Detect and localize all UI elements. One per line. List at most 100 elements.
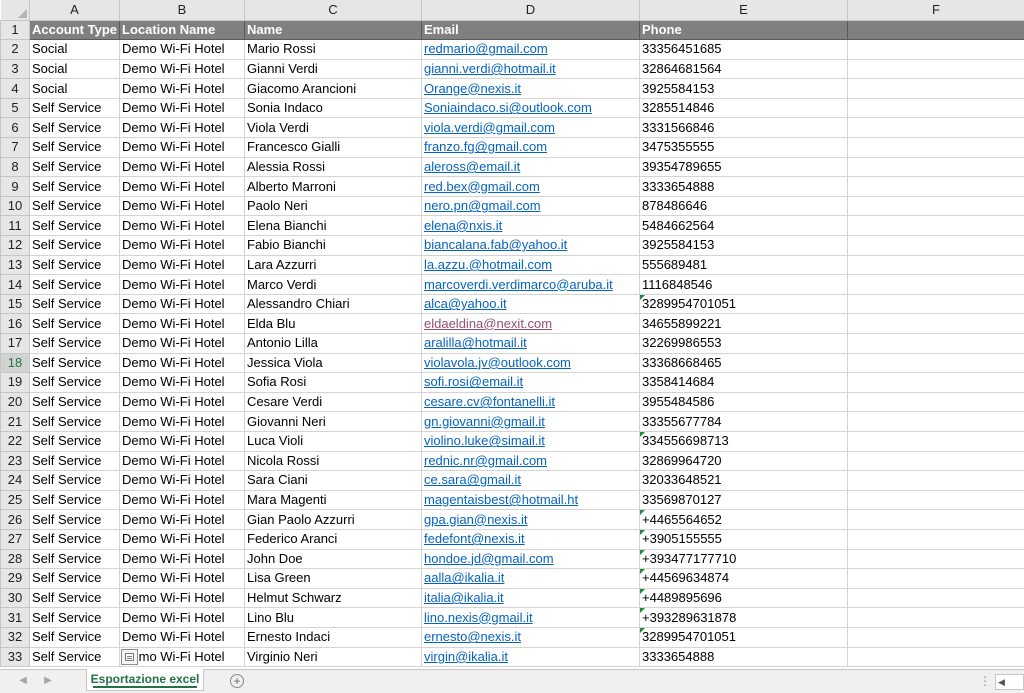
cell-phone[interactable]: 34655899221: [639, 313, 848, 334]
row-header[interactable]: 33: [0, 646, 30, 668]
row-header[interactable]: 13: [0, 254, 30, 276]
row-header[interactable]: 30: [0, 587, 30, 609]
cell-phone[interactable]: +4489895696: [639, 587, 848, 609]
row-header[interactable]: 11: [0, 215, 30, 237]
cell-email-link[interactable]: aralilla@hotmail.it: [421, 333, 640, 354]
header-cell-email[interactable]: Email: [421, 19, 640, 41]
cell-empty[interactable]: [847, 39, 1024, 60]
row-header[interactable]: 12: [0, 235, 30, 256]
cell-account-type[interactable]: Self Service: [29, 372, 120, 393]
cell-phone[interactable]: 3289954701051: [639, 293, 848, 315]
cell-empty[interactable]: [847, 293, 1024, 315]
row-header[interactable]: 22: [0, 430, 30, 452]
cell-empty[interactable]: [847, 117, 1024, 139]
cell-account-type[interactable]: Self Service: [29, 391, 120, 413]
cell-email-link[interactable]: aalla@ikalia.it: [421, 568, 640, 589]
cell-account-type[interactable]: Self Service: [29, 587, 120, 609]
chevron-right-icon[interactable]: ▶: [42, 675, 54, 687]
cell-empty[interactable]: [847, 411, 1024, 432]
cell-name[interactable]: Giacomo Arancioni: [244, 78, 422, 99]
row-header[interactable]: 21: [0, 411, 30, 432]
cell-location-name[interactable]: Demo Wi-Fi Hotel: [119, 470, 245, 491]
row-header[interactable]: 20: [0, 391, 30, 413]
cell-account-type[interactable]: Self Service: [29, 254, 120, 276]
cell-email-link[interactable]: violino.luke@simail.it: [421, 430, 640, 452]
cell-email-link[interactable]: magentaisbest@hotmail.ht: [421, 489, 640, 511]
spreadsheet-grid[interactable]: A B C D E F 1 Account Type Location Name…: [0, 0, 1024, 669]
horizontal-scrollbar[interactable]: ◀: [995, 674, 1024, 690]
cell-email-link[interactable]: aleross@email.it: [421, 156, 640, 178]
cell-email-link[interactable]: gianni.verdi@hotmail.it: [421, 58, 640, 80]
cell-account-type[interactable]: Self Service: [29, 156, 120, 178]
cell-phone[interactable]: 32869964720: [639, 450, 848, 472]
cell-empty[interactable]: [847, 254, 1024, 276]
column-header-a[interactable]: A: [29, 0, 120, 21]
cell-location-name[interactable]: Demo Wi-Fi Hotel: [119, 548, 245, 570]
cell-empty[interactable]: [847, 607, 1024, 628]
cell-name[interactable]: Ernesto Indaci: [244, 626, 422, 648]
cell-account-type[interactable]: Self Service: [29, 195, 120, 217]
cell-name[interactable]: Mara Magenti: [244, 489, 422, 511]
cell-location-name[interactable]: Demo Wi-Fi Hotel: [119, 39, 245, 60]
cell-phone[interactable]: 32269986553: [639, 333, 848, 354]
cell-phone[interactable]: +4465564652: [639, 509, 848, 530]
cell-email-link[interactable]: Soniaindaco.si@outlook.com: [421, 97, 640, 119]
row-header[interactable]: 32: [0, 626, 30, 648]
cell-location-name[interactable]: Demo Wi-Fi Hotel: [119, 235, 245, 256]
cell-email-link[interactable]: la.azzu.@hotmail.com: [421, 254, 640, 276]
cell-name[interactable]: Elena Bianchi: [244, 215, 422, 237]
cell-phone[interactable]: 33355677784: [639, 411, 848, 432]
cell-name[interactable]: Sofia Rosi: [244, 372, 422, 393]
cell-phone[interactable]: 878486646: [639, 195, 848, 217]
cell-account-type[interactable]: Self Service: [29, 117, 120, 139]
cell-location-name[interactable]: Demo Wi-Fi Hotel: [119, 195, 245, 217]
cell-empty[interactable]: [847, 646, 1024, 668]
cell-email-link[interactable]: elena@nxis.it: [421, 215, 640, 237]
column-header-f[interactable]: F: [847, 0, 1024, 21]
cell-account-type[interactable]: Self Service: [29, 313, 120, 334]
cell-account-type[interactable]: Self Service: [29, 548, 120, 570]
cell-name[interactable]: Nicola Rossi: [244, 450, 422, 472]
cell-phone[interactable]: 3333654888: [639, 646, 848, 668]
cell-email-link[interactable]: alca@yahoo.it: [421, 293, 640, 315]
cell-empty[interactable]: [847, 58, 1024, 80]
row-header[interactable]: 25: [0, 489, 30, 511]
cell-phone[interactable]: +3905155555: [639, 528, 848, 550]
cell-account-type[interactable]: Self Service: [29, 274, 120, 295]
cell-empty[interactable]: [847, 333, 1024, 354]
cell-email-link[interactable]: biancalana.fab@yahoo.it: [421, 235, 640, 256]
cell-name[interactable]: Luca Violi: [244, 430, 422, 452]
cell-account-type[interactable]: Self Service: [29, 235, 120, 256]
cell-email-link[interactable]: nero.pn@gmail.com: [421, 195, 640, 217]
cell-email-link[interactable]: redmario@gmail.com: [421, 39, 640, 60]
scroll-left-icon[interactable]: ◀: [998, 676, 1005, 688]
cell-account-type[interactable]: Self Service: [29, 489, 120, 511]
row-header[interactable]: 24: [0, 470, 30, 491]
cell-empty[interactable]: [847, 195, 1024, 217]
cell-phone[interactable]: 3475355555: [639, 137, 848, 158]
cell-email-link[interactable]: fedefont@nexis.it: [421, 528, 640, 550]
cell-location-name[interactable]: Demo Wi-Fi Hotel: [119, 137, 245, 158]
cell-name[interactable]: Giovanni Neri: [244, 411, 422, 432]
cell-name[interactable]: Francesco Gialli: [244, 137, 422, 158]
cell-empty[interactable]: [847, 626, 1024, 648]
cell-account-type[interactable]: Self Service: [29, 352, 120, 374]
cell-location-name[interactable]: Demo Wi-Fi Hotel: [119, 626, 245, 648]
cell-account-type[interactable]: Self Service: [29, 411, 120, 432]
cell-location-name[interactable]: Demo Wi-Fi Hotel: [119, 430, 245, 452]
row-header[interactable]: 18: [0, 352, 30, 374]
paste-options-icon[interactable]: [121, 648, 138, 665]
cell-account-type[interactable]: Self Service: [29, 137, 120, 158]
cell-account-type[interactable]: Self Service: [29, 646, 120, 668]
cell-email-link[interactable]: eldaeldina@nexit.com: [421, 313, 640, 334]
cell-account-type[interactable]: Self Service: [29, 509, 120, 530]
column-header-d[interactable]: D: [421, 0, 640, 21]
cell-name[interactable]: Virginio Neri: [244, 646, 422, 668]
cell-empty[interactable]: [847, 450, 1024, 472]
cell-location-name[interactable]: Demo Wi-Fi Hotel: [119, 293, 245, 315]
cell-account-type[interactable]: Self Service: [29, 176, 120, 197]
cell-empty[interactable]: [847, 548, 1024, 570]
cell-phone[interactable]: 334556698713: [639, 430, 848, 452]
cell-account-type[interactable]: Self Service: [29, 97, 120, 119]
row-header[interactable]: 5: [0, 97, 30, 119]
